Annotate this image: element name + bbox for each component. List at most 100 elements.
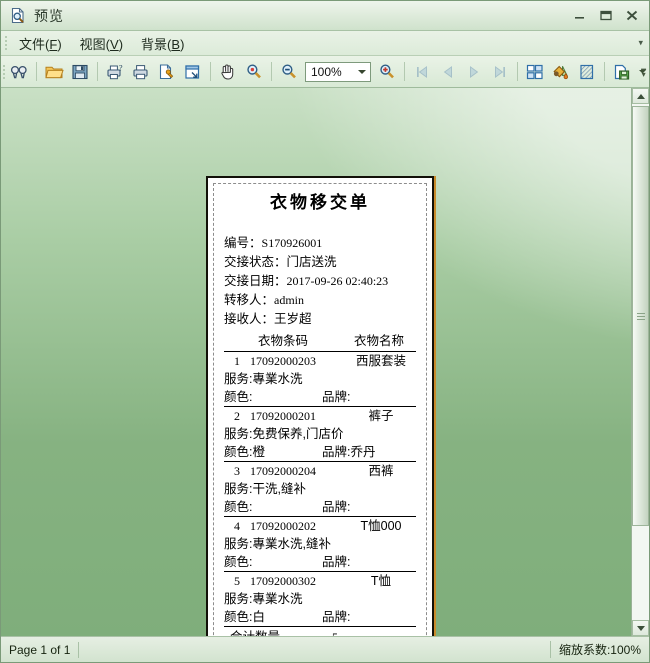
row-color-brand-line: 颜色:白 品牌: bbox=[224, 608, 416, 626]
row-main-line: 3 17092000204 西裤 bbox=[224, 462, 416, 480]
page-layout-icon[interactable] bbox=[523, 60, 547, 84]
last-page-icon[interactable] bbox=[488, 60, 512, 84]
scrollbar-thumb[interactable] bbox=[632, 106, 649, 526]
hand-pan-icon[interactable] bbox=[216, 60, 240, 84]
row-brand: 品牌: bbox=[322, 608, 416, 626]
field-receiver-value: 王岁超 bbox=[274, 312, 312, 326]
toolbar-gripper[interactable] bbox=[1, 56, 6, 87]
menubar-gripper[interactable] bbox=[1, 31, 10, 55]
zoom-level-combobox[interactable]: 100% bbox=[305, 61, 371, 82]
zoom-area-icon[interactable] bbox=[242, 60, 266, 84]
row-brand-label: 品牌: bbox=[322, 390, 351, 404]
paint-bucket-icon[interactable] bbox=[549, 60, 573, 84]
minimize-button[interactable] bbox=[567, 6, 593, 26]
maximize-button[interactable] bbox=[593, 6, 619, 26]
menu-item-file[interactable]: 文件(F) bbox=[10, 31, 71, 56]
table-header-code: 衣物条码 bbox=[257, 334, 308, 348]
row-brand: 品牌: bbox=[322, 388, 416, 406]
row-color-brand-line: 颜色: 品牌: bbox=[224, 498, 416, 516]
row-barcode: 17092000302 bbox=[250, 574, 316, 588]
toolbar: ? 100% ━ ▾ bbox=[1, 56, 649, 88]
scrollbar-grip-icon bbox=[636, 312, 645, 320]
field-transferrer-label: 转移人： bbox=[224, 293, 275, 307]
row-item-name: T恤 bbox=[370, 574, 392, 588]
row-color-value: 白 bbox=[252, 610, 265, 624]
row-brand-label: 品牌: bbox=[322, 610, 351, 624]
menu-item-file-text: 文件 bbox=[19, 36, 46, 52]
watermark-icon[interactable] bbox=[575, 60, 599, 84]
scroll-up-button[interactable] bbox=[632, 88, 649, 104]
row-main-line: 5 17092000302 T恤 bbox=[224, 572, 416, 590]
row-brand-label: 品牌: bbox=[322, 555, 351, 569]
vertical-scrollbar[interactable] bbox=[631, 88, 649, 636]
field-handover-date-label: 交接日期： bbox=[224, 274, 287, 288]
row-index: 4 bbox=[234, 519, 240, 533]
zoom-level-value: 100% bbox=[311, 64, 342, 79]
menu-item-view[interactable]: 视图(V) bbox=[71, 31, 132, 56]
toolbar-separator bbox=[517, 62, 518, 81]
row-brand: 品牌: bbox=[322, 553, 416, 571]
row-item-name: T恤000 bbox=[360, 519, 402, 533]
menu-item-background[interactable]: 背景(B) bbox=[132, 31, 193, 56]
menu-item-background-text: 背景 bbox=[141, 36, 168, 52]
find-icon[interactable] bbox=[7, 60, 31, 84]
menu-item-background-accel: B bbox=[171, 36, 181, 52]
close-button[interactable] bbox=[619, 6, 645, 26]
toolbar-overflow-chevron-down-icon: ▾ bbox=[641, 69, 646, 79]
row-brand-label: 品牌: bbox=[322, 500, 351, 514]
row-color-brand-line: 颜色: 品牌: bbox=[224, 388, 416, 406]
row-service-value: 干洗,缝补 bbox=[252, 482, 306, 496]
row-color-brand-line: 颜色:橙 品牌:乔丹 bbox=[224, 443, 416, 461]
row-service-line: 服务:專業水洗 bbox=[224, 370, 416, 388]
field-status-label: 交接状态： bbox=[224, 255, 287, 269]
row-item-name: 裤子 bbox=[368, 409, 394, 423]
row-color-value: 橙 bbox=[252, 445, 265, 459]
row-service-label: 服务: bbox=[224, 427, 253, 441]
scrollbar-track[interactable] bbox=[632, 104, 649, 620]
preview-page[interactable]: 衣物移交单 编号：S170926001 交接状态：门店送洗 交接日期：2017-… bbox=[206, 176, 434, 636]
row-barcode: 17092000203 bbox=[250, 354, 316, 368]
row-color: 颜色: bbox=[224, 388, 322, 406]
toolbar-separator bbox=[404, 62, 405, 81]
scroll-down-button[interactable] bbox=[632, 620, 649, 636]
row-service-line: 服务:干洗,缝补 bbox=[224, 480, 416, 498]
row-service-value: 免费保养,门店价 bbox=[252, 427, 344, 441]
toolbar-overflow-button[interactable]: ━ ▾ bbox=[641, 65, 646, 79]
field-transferrer: 转移人：admin bbox=[224, 291, 416, 310]
field-order-no: 编号：S170926001 bbox=[224, 234, 416, 253]
zoom-out-icon[interactable] bbox=[277, 60, 301, 84]
field-order-no-value: S170926001 bbox=[261, 236, 323, 250]
page-setup-icon[interactable] bbox=[155, 60, 179, 84]
export-save-icon[interactable] bbox=[610, 60, 634, 84]
menubar-overflow-chevron-down-icon[interactable]: ▾ bbox=[638, 38, 643, 49]
field-status-value: 门店送洗 bbox=[286, 255, 337, 269]
toolbar-separator bbox=[97, 62, 98, 81]
row-main-line: 4 17092000202 T恤000 bbox=[224, 517, 416, 535]
table-header-name: 衣物名称 bbox=[353, 334, 404, 348]
print-setup-icon[interactable]: ? bbox=[103, 60, 127, 84]
zoom-in-icon[interactable] bbox=[375, 60, 399, 84]
svg-text:?: ? bbox=[119, 64, 123, 73]
save-floppy-icon[interactable] bbox=[68, 60, 92, 84]
field-receiver-label: 接收人： bbox=[224, 312, 275, 326]
preview-document-magnifier-icon bbox=[9, 7, 27, 25]
menu-item-file-accel: F bbox=[49, 36, 58, 52]
row-service-value: 專業水洗 bbox=[252, 592, 303, 606]
row-brand: 品牌:乔丹 bbox=[322, 443, 416, 461]
menu-item-view-text: 视图 bbox=[79, 36, 106, 52]
field-status: 交接状态：门店送洗 bbox=[224, 253, 416, 272]
row-brand-value: 乔丹 bbox=[350, 445, 376, 459]
chevron-down-icon[interactable] bbox=[358, 69, 366, 74]
row-barcode: 17092000202 bbox=[250, 519, 316, 533]
preview-client-area[interactable]: 衣物移交单 编号：S170926001 交接状态：门店送洗 交接日期：2017-… bbox=[1, 88, 649, 636]
open-folder-icon[interactable] bbox=[42, 60, 66, 84]
field-order-no-label: 编号： bbox=[224, 236, 262, 250]
first-page-icon[interactable] bbox=[410, 60, 434, 84]
next-page-icon[interactable] bbox=[462, 60, 486, 84]
print-icon[interactable] bbox=[129, 60, 153, 84]
prev-page-icon[interactable] bbox=[436, 60, 460, 84]
field-transferrer-value: admin bbox=[274, 293, 305, 307]
page-scale-icon[interactable] bbox=[181, 60, 205, 84]
window-title: 预览 bbox=[34, 7, 64, 24]
row-color-label: 颜色: bbox=[224, 445, 253, 459]
